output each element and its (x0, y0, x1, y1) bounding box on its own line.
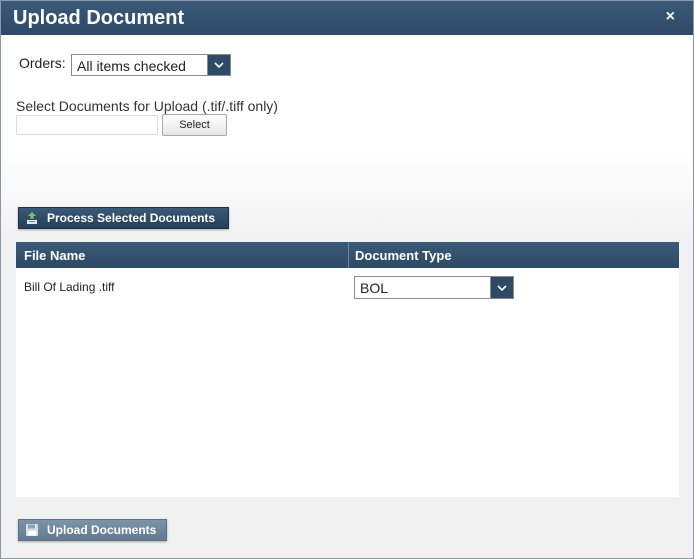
chevron-down-icon[interactable] (490, 277, 513, 298)
orders-label: Orders: (19, 55, 66, 71)
process-selected-documents-button[interactable]: Process Selected Documents (18, 207, 229, 229)
chevron-down-icon[interactable] (207, 55, 230, 75)
upload-documents-button[interactable]: Upload Documents (18, 519, 167, 541)
dialog-title: Upload Document (13, 7, 185, 29)
grid-header: File Name Document Type (16, 242, 679, 268)
column-divider (348, 242, 349, 268)
document-type-dropdown[interactable]: BOL (354, 276, 514, 299)
column-header-document-type[interactable]: Document Type (355, 248, 452, 263)
process-icon (25, 211, 39, 225)
orders-selected-value: All items checked (77, 58, 186, 74)
column-header-file-name[interactable]: File Name (24, 248, 85, 263)
select-file-button[interactable]: Select (162, 114, 227, 136)
upload-instructions-label: Select Documents for Upload (.tif/.tiff … (16, 98, 278, 114)
file-name-cell: Bill Of Lading .tiff (24, 280, 115, 294)
document-type-selected-value: BOL (360, 280, 389, 296)
upload-button-label: Upload Documents (47, 523, 157, 537)
save-disk-icon (25, 523, 39, 537)
process-button-label: Process Selected Documents (47, 211, 216, 225)
documents-grid: File Name Document Type Bill Of Lading .… (16, 242, 679, 497)
upload-document-dialog: Upload Document × Orders: All items chec… (0, 0, 694, 559)
dialog-titlebar: Upload Document × (1, 1, 693, 35)
table-row[interactable]: Bill Of Lading .tiff BOL (16, 268, 679, 304)
close-icon[interactable]: × (666, 8, 675, 26)
orders-dropdown[interactable]: All items checked (71, 54, 231, 76)
file-path-input[interactable] (16, 115, 158, 135)
